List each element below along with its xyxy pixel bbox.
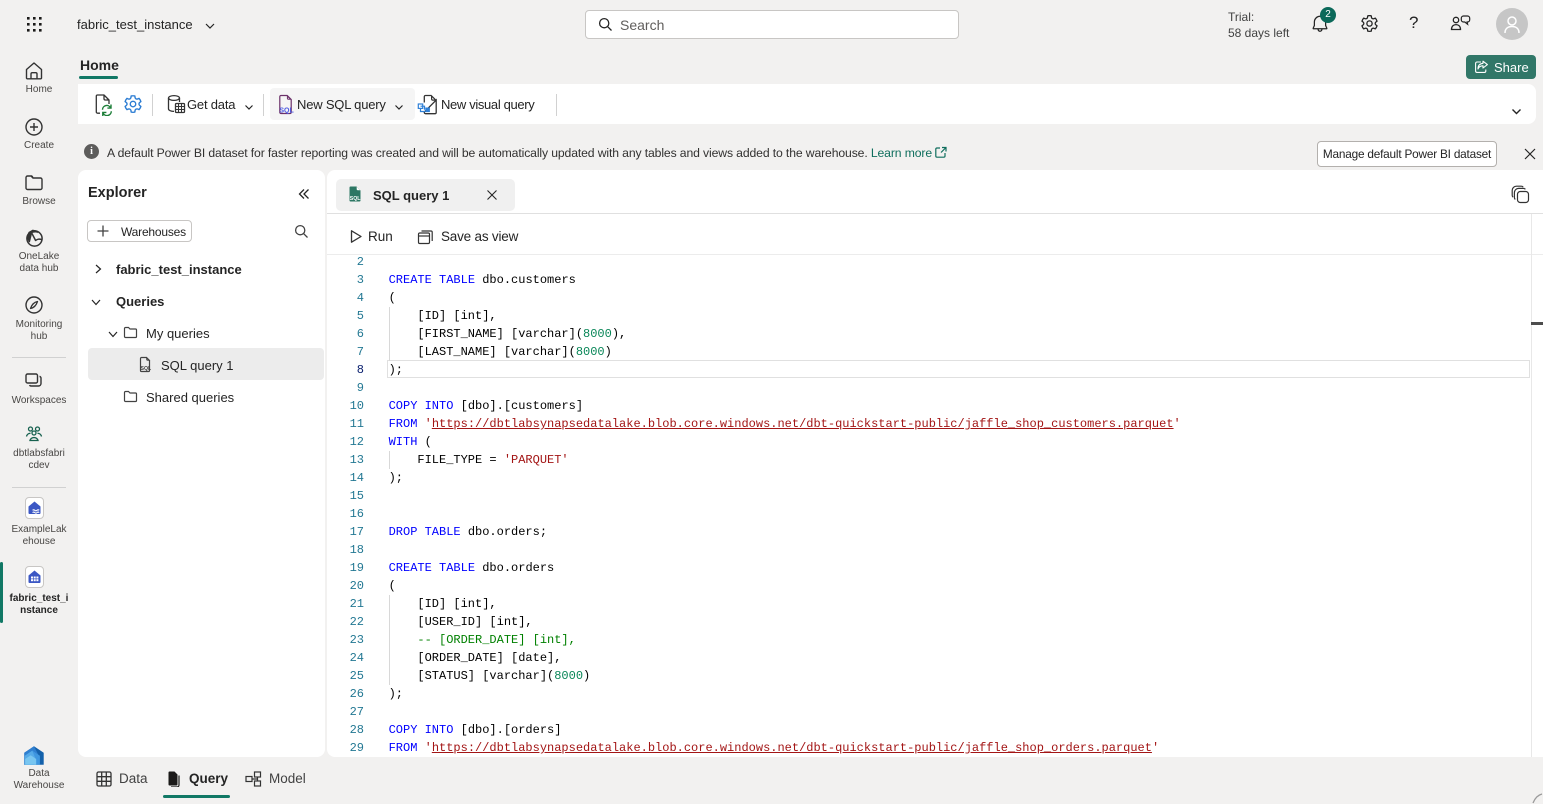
svg-text:SQL: SQL: [141, 366, 152, 372]
svg-text:SQL: SQL: [279, 108, 294, 115]
svg-text:SQL: SQL: [350, 196, 361, 202]
